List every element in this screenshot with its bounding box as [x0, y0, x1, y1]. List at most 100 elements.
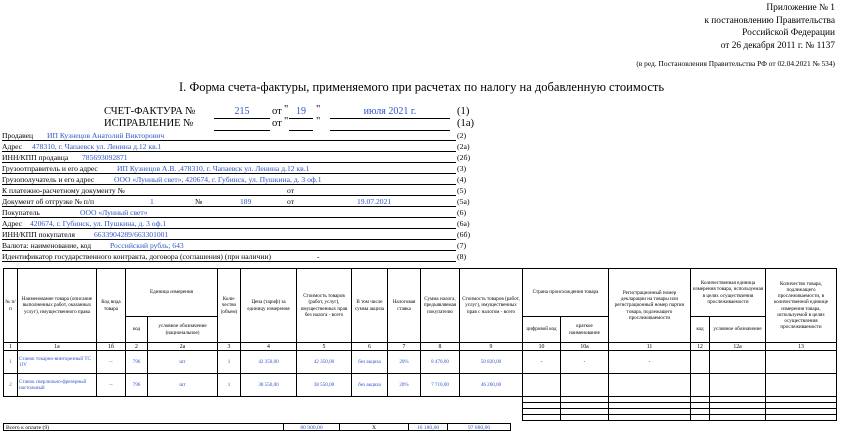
buyer-inn-value: 6633904289/663301001 [94, 230, 169, 239]
column-index: 1б [96, 342, 126, 351]
col-cost-header: Стоимость товаров (работ, услуг), имущес… [296, 268, 352, 343]
table-row: 1 Станок токарно-винторезный ТС 1IV -- 7… [3, 350, 837, 374]
invoice-quote: " [316, 104, 321, 115]
row-no: 2 [3, 373, 18, 397]
currency-label: Валюта: наименование, код [2, 241, 92, 250]
consignor-label: Грузоотправитель и его адрес [2, 164, 98, 173]
row-name: Станок сверлильно-фрезерный настольный [17, 373, 97, 397]
col-country-header: Страна происхождения товара [522, 268, 609, 317]
shipment-doc-code: (5а) [457, 197, 470, 206]
correction-month-year [330, 118, 450, 131]
row-unit-code: 796 [125, 373, 148, 397]
row-tax: 7 710,00 [420, 373, 460, 397]
row-unit-name: шт [147, 350, 218, 374]
column-index: 13 [765, 342, 837, 351]
row-type-code: -- [96, 350, 126, 374]
col-no-header: № п/п [3, 268, 18, 343]
consignee-value: ООО «Лунный свет», 420674, г. Губинск, у… [114, 175, 322, 184]
total-tax: 16 180,00 [409, 423, 448, 431]
table-row-empty [4, 414, 837, 421]
payment-doc-label: К платежно-расчетному документу № [2, 186, 125, 195]
column-index: 3 [217, 342, 241, 351]
seller-line: Продавец ИП Кузнецов Анатолий Викторович [2, 131, 456, 141]
col-declaration-header: Регистрационный номер декларации на това… [608, 268, 691, 343]
row-rate: 20% [387, 350, 421, 374]
consignee-line: Грузополучатель и его адрес ООО «Лунный … [2, 175, 456, 185]
column-index: 4 [240, 342, 297, 351]
shipment-doc-position: 1 [150, 197, 154, 206]
col-price-header: Цена (тариф) за единицу измерения [240, 268, 297, 343]
col-qty-header: Коли-чество (объем) [217, 268, 241, 343]
seller-inn-label: ИНН/КПП продавца [2, 153, 69, 162]
contract-id-line: Идентификатор государственного контракта… [2, 252, 456, 262]
invoice-table: № п/п Наименование товара (описание выпо… [3, 268, 837, 421]
column-index: 11 [608, 342, 691, 351]
row-type-code: -- [96, 373, 126, 397]
row-total: 50 820,00 [459, 350, 523, 374]
col-total-header: Стоимость товаров (работ, услуг), имущес… [459, 268, 523, 343]
seller-code: (2) [457, 131, 467, 140]
column-index: 8 [420, 342, 460, 351]
consignor-value: ИП Кузнецов А.В. ,478310, г. Чапаевск ул… [117, 164, 310, 173]
form-title: I. Форма счета-фактуры, применяемого при… [178, 80, 665, 94]
col-trace-code-header: код [690, 316, 710, 343]
payment-doc-from: от [287, 186, 295, 195]
column-index: 12 [690, 342, 710, 351]
appendix-line: от 26 декабря 2011 г. № 1137 [720, 40, 835, 51]
buyer-inn-label: ИНН/КПП покупателя [2, 230, 75, 239]
table-row: 2 Станок сверлильно-фрезерный настольный… [3, 373, 837, 397]
buyer-code: (6) [457, 208, 467, 217]
invoice-quote: " [284, 104, 289, 115]
total-x: Х [340, 423, 409, 431]
buyer-value: ООО «Лунный свет» [80, 208, 148, 217]
contract-id-value: - [317, 252, 320, 261]
shipment-doc-from: от [287, 197, 295, 206]
seller-inn-line: ИНН/КПП продавца 785693092871 [2, 153, 456, 163]
payment-doc-code: (5) [457, 186, 467, 195]
row-trace-name [709, 350, 766, 374]
col-trace-unit-header: Количественная единица измерения товара,… [690, 268, 766, 317]
contract-id-label: Идентификатор государственного контракта… [2, 252, 272, 261]
row-price: 42 350,00 [240, 350, 297, 374]
column-index: 7 [387, 342, 421, 351]
row-unit-name: шт [147, 373, 218, 397]
total-sum: 97 080,00 [448, 423, 511, 431]
appendix-line: Российской Федерации [742, 28, 835, 38]
buyer-label: Покупатель [2, 208, 40, 217]
col-tax-header: Сумма налога, предъявляемая покупателю [420, 268, 460, 343]
col-unit-name-header: условное обозначение (национальное) [147, 316, 218, 343]
currency-line: Валюта: наименование, код Российский руб… [2, 241, 456, 251]
row-declaration [608, 373, 691, 397]
row-tax: 8 470,00 [420, 350, 460, 374]
buyer-address-code: (6а) [457, 219, 470, 228]
correction-number [214, 118, 270, 131]
buyer-address-value: 420674, г. Губинск, ул. Пушкина, д. 3 оф… [30, 219, 167, 228]
row-trace-code [690, 373, 710, 397]
column-index: 1 [3, 342, 18, 351]
column-index-row: 1 1а 1б 2 2а 3 4 5 6 7 8 9 10 10а 11 12 … [3, 342, 837, 351]
column-index: 10 [522, 342, 561, 351]
payment-doc-line: К платежно-расчетному документу № от [2, 186, 456, 196]
col-type-code-header: Код вида товара [96, 268, 126, 343]
row-country-code [522, 373, 561, 397]
row-country-code: - [522, 350, 561, 374]
col-excise-header: В том числе сумма акциза [351, 268, 388, 343]
row-country-name [560, 373, 609, 397]
col-rate-header: Налоговая ставка [387, 268, 421, 343]
row-qty: 1 [217, 373, 241, 397]
row-no: 1 [3, 350, 18, 374]
consignee-code: (4) [457, 175, 467, 184]
redaction-note: (в ред. Постановления Правительства РФ о… [636, 59, 835, 68]
consignee-label: Грузополучатель и его адрес [2, 175, 95, 184]
column-index: 2а [147, 342, 218, 351]
row-name: Станок токарно-винторезный ТС 1IV [17, 350, 97, 374]
col-trace-qty-header: Количество товара, подлежащего прослежив… [765, 268, 837, 343]
seller-inn-value: 785693092871 [82, 153, 128, 162]
currency-value: Российский рубль; 643 [110, 241, 184, 250]
buyer-address-label: Адрес [2, 219, 23, 228]
row-qty: 1 [217, 350, 241, 374]
row-price: 38 550,00 [240, 373, 297, 397]
col-unit-code-header: код [125, 316, 148, 343]
invoice-label: СЧЕТ-ФАКТУРА № [104, 106, 196, 117]
seller-label: Продавец [2, 131, 34, 140]
